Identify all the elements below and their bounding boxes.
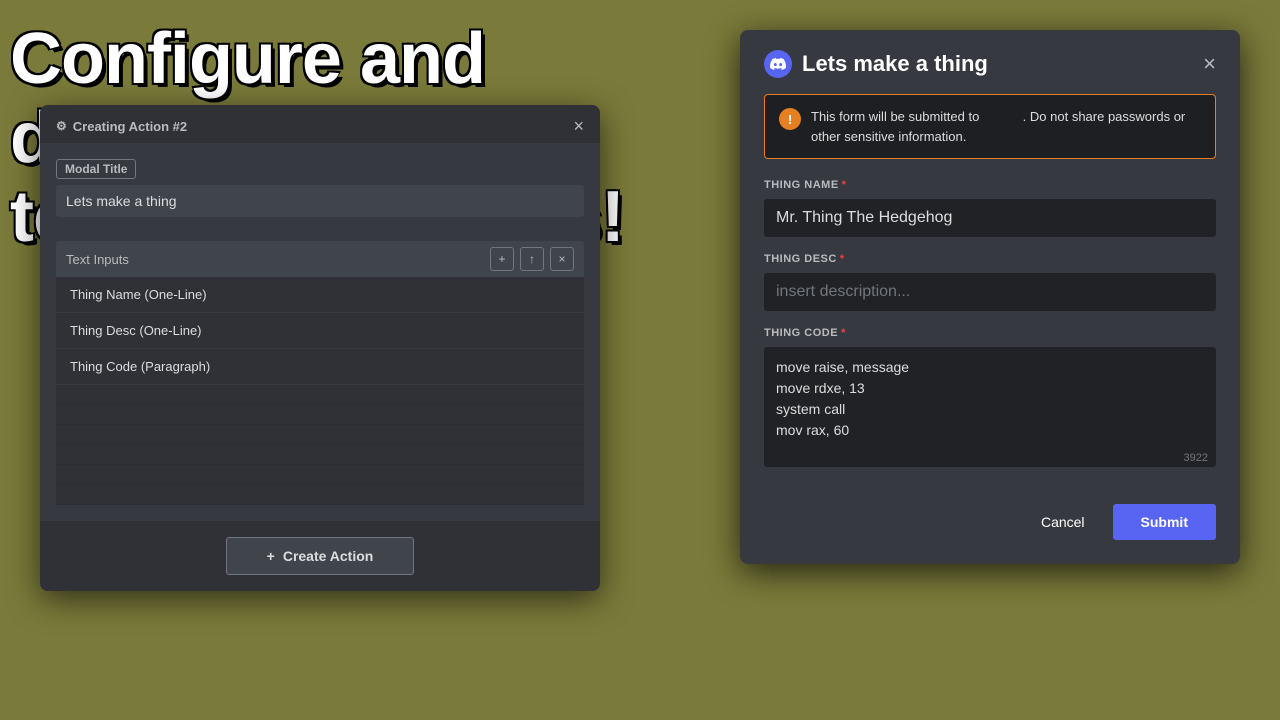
text-inputs-label: Text Inputs bbox=[66, 252, 129, 267]
left-modal-footer: + Create Action bbox=[40, 521, 600, 591]
text-inputs-header: Text Inputs + ↑ × bbox=[56, 241, 584, 277]
left-modal-close-button[interactable]: × bbox=[573, 117, 584, 135]
create-action-plus-icon: + bbox=[267, 548, 275, 564]
warning-banner: ! This form will be submitted to . Do no… bbox=[764, 94, 1216, 159]
thing-code-wrapper: move raise, message move rdxe, 13 system… bbox=[764, 347, 1216, 472]
create-action-label: Create Action bbox=[283, 548, 374, 564]
thing-name-input[interactable] bbox=[764, 199, 1216, 237]
thing-name-section: THING NAME * bbox=[740, 179, 1240, 237]
char-count: 3922 bbox=[1184, 452, 1208, 464]
modal-title-label: Modal Title bbox=[56, 159, 136, 179]
thing-code-label: THING CODE * bbox=[764, 327, 1216, 339]
submit-button[interactable]: Submit bbox=[1113, 504, 1216, 540]
thing-name-label: THING NAME * bbox=[764, 179, 1216, 191]
left-modal: Creating Action #2 × Modal Title Text In… bbox=[40, 105, 600, 591]
left-modal-title: Creating Action #2 bbox=[56, 119, 187, 134]
text-inputs-controls: + ↑ × bbox=[490, 247, 574, 271]
move-input-button[interactable]: ↑ bbox=[520, 247, 544, 271]
left-modal-header: Creating Action #2 × bbox=[40, 105, 600, 143]
discord-logo bbox=[764, 50, 792, 78]
right-modal-header: Lets make a thing × bbox=[740, 30, 1240, 94]
thing-code-textarea[interactable]: move raise, message move rdxe, 13 system… bbox=[764, 347, 1216, 467]
text-inputs-list: Thing Name (One-Line) Thing Desc (One-Li… bbox=[56, 277, 584, 505]
left-modal-body: Modal Title Text Inputs + ↑ × Thing Name… bbox=[40, 143, 600, 521]
list-item[interactable]: Thing Desc (One-Line) bbox=[56, 313, 584, 349]
list-item[interactable]: Thing Code (Paragraph) bbox=[56, 349, 584, 385]
thing-code-section: THING CODE * move raise, message move rd… bbox=[740, 327, 1240, 472]
required-star: * bbox=[842, 179, 847, 191]
warning-icon: ! bbox=[779, 108, 801, 130]
right-modal: Lets make a thing × ! This form will be … bbox=[740, 30, 1240, 564]
required-star-code: * bbox=[841, 327, 846, 339]
list-item[interactable]: Thing Name (One-Line) bbox=[56, 277, 584, 313]
right-modal-title-row: Lets make a thing bbox=[764, 50, 988, 78]
required-star-desc: * bbox=[840, 253, 845, 265]
thing-desc-input[interactable] bbox=[764, 273, 1216, 311]
right-modal-footer: Cancel Submit bbox=[740, 488, 1240, 540]
create-action-button[interactable]: + Create Action bbox=[226, 537, 415, 575]
empty-area bbox=[56, 385, 584, 505]
text-inputs-section: Text Inputs + ↑ × Thing Name (One-Line) … bbox=[56, 241, 584, 505]
thing-desc-section: THING DESC * bbox=[740, 253, 1240, 311]
right-modal-title: Lets make a thing bbox=[802, 51, 988, 77]
add-input-button[interactable]: + bbox=[490, 247, 514, 271]
delete-input-button[interactable]: × bbox=[550, 247, 574, 271]
modal-title-input[interactable] bbox=[56, 185, 584, 217]
right-modal-close-button[interactable]: × bbox=[1203, 53, 1216, 75]
thing-desc-label: THING DESC * bbox=[764, 253, 1216, 265]
warning-text: This form will be submitted to . Do not … bbox=[811, 107, 1201, 146]
cancel-button[interactable]: Cancel bbox=[1029, 506, 1097, 538]
